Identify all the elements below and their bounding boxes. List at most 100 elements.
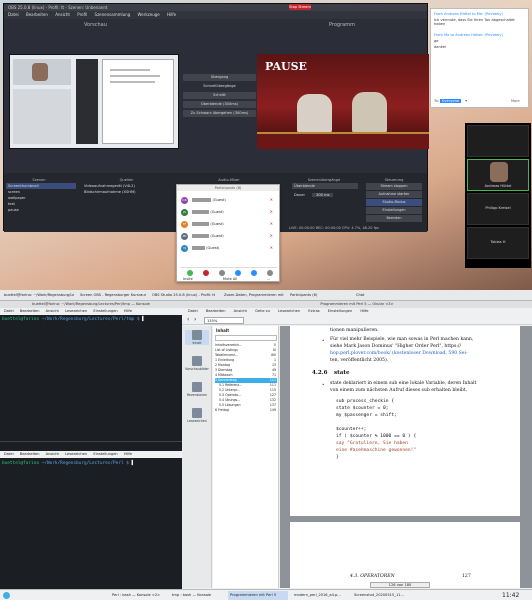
- taskbar-item[interactable]: Participants (6): [288, 291, 350, 300]
- video-tile-active[interactable]: Andreas Hüttel: [467, 159, 529, 191]
- scene-item[interactable]: pause: [6, 207, 76, 213]
- toc-title: Tabellenverz...: [215, 353, 238, 357]
- stop-stream-badge[interactable]: Stop Stream: [289, 4, 311, 10]
- participant-row[interactable]: DS xxxxxxxxx (Guest) ✕: [181, 195, 277, 205]
- obs-menu-tools[interactable]: Werkzeuge: [138, 12, 160, 17]
- toc-title: 5.1 Referenz...: [219, 383, 243, 387]
- invite-button[interactable]: Invite: [183, 277, 193, 281]
- video-tile[interactable]: Tobias H: [467, 227, 529, 259]
- avatar: TF: [181, 220, 188, 228]
- obs-menu-edit[interactable]: Bearbeiten: [26, 12, 48, 17]
- obs-menu-help[interactable]: Hilfe: [167, 12, 176, 17]
- mute-icon-button[interactable]: [183, 270, 197, 277]
- sidebar-item-bookmarks[interactable]: Lesezeichen: [185, 408, 209, 423]
- menu-settings[interactable]: Einstellungen: [93, 452, 117, 456]
- taskbar-item[interactable]: Chat: [354, 291, 404, 300]
- obs-menu-view[interactable]: Ansicht: [55, 12, 70, 17]
- task-item[interactable]: Perl : bash — Konsole <2>: [110, 591, 166, 600]
- toc-entry[interactable]: 6 Freitag 149: [215, 408, 277, 413]
- clock[interactable]: 11:42: [502, 591, 519, 600]
- terminal-prompt[interactable]: buettel@farino ~/Work/Regensburg/Lecture…: [2, 317, 145, 322]
- taskbar-item[interactable]: Zoom-Daten, Programmieren mit Perl: [222, 291, 284, 300]
- video-tile[interactable]: Philipp Kreisel: [467, 193, 529, 225]
- document-view[interactable]: tionen manipulieren. • Für viel mehr Bei…: [280, 326, 532, 588]
- transition-select[interactable]: Überblende: [292, 183, 358, 189]
- menu-file[interactable]: Datei: [4, 452, 14, 456]
- video-tile[interactable]: [467, 125, 529, 157]
- zoom-select[interactable]: 135%: [204, 317, 244, 324]
- doc-link[interactable]: hop.perl.plover.com/book/ (kostenloser D…: [330, 351, 468, 356]
- menu-view[interactable]: Ansicht: [46, 452, 59, 456]
- exit-button[interactable]: Beenden: [366, 215, 422, 222]
- participant-row[interactable]: JS xxxxxxxx (Guest) ✕: [181, 207, 277, 217]
- menu-help[interactable]: Hilfe: [124, 452, 132, 456]
- chevron-down-icon[interactable]: ▾: [465, 99, 467, 103]
- video-icon-button[interactable]: [199, 270, 213, 277]
- obs-menu-scene-collection[interactable]: Szenensammlung: [95, 12, 131, 17]
- page-current-input[interactable]: 126: [389, 583, 396, 587]
- menu-bookmarks[interactable]: Lesezeichen: [278, 309, 300, 313]
- menu-tools[interactable]: Extras: [308, 309, 319, 313]
- menu-edit[interactable]: Bearbeiten: [20, 452, 40, 456]
- taskbar-item[interactable]: OBS Studio 25.0.8 (linux) - Profil: tt: [150, 291, 218, 300]
- menu-help[interactable]: Hilfe: [360, 309, 368, 313]
- obs-menu-profile[interactable]: Profil: [77, 12, 87, 17]
- mute-all-button[interactable]: Mute All: [223, 277, 237, 281]
- studio-mode-button[interactable]: Studio-Modus: [366, 199, 422, 206]
- muted-mic-icon[interactable]: ✕: [270, 207, 273, 217]
- transition-button[interactable]: Übergang: [183, 74, 256, 81]
- menu-view[interactable]: Ansicht: [46, 309, 59, 313]
- task-item[interactable]: tmp : bash — Konsole: [170, 591, 224, 600]
- taskbar-item[interactable]: Screen OBS - Regensburger Kursraum: [78, 291, 146, 300]
- menu-bookmarks[interactable]: Lesezeichen: [65, 452, 87, 456]
- chat-icon-button[interactable]: [231, 270, 245, 277]
- muted-mic-icon[interactable]: ✕: [270, 195, 273, 205]
- participant-row[interactable]: VJ xxxxxx (Guest) ✕: [181, 243, 277, 253]
- settings-button[interactable]: Einstellungen: [366, 207, 422, 214]
- terminal-prompt[interactable]: buettel@farino ~/Work/Regensburg/Lecture…: [2, 461, 134, 466]
- source-item[interactable]: Bildschirmaufnahme (XSHM): [82, 189, 174, 195]
- obs-menu-file[interactable]: Datei: [8, 12, 19, 17]
- stop-stream-button[interactable]: Stream stoppen: [366, 183, 422, 190]
- cut-button[interactable]: Schnitt: [183, 92, 256, 99]
- obs-preview-canvas[interactable]: [9, 54, 179, 149]
- task-item-active[interactable]: Programmieren mit Perl 5: [228, 591, 288, 600]
- chat-sender-line: From Andreas Hüttel to Me: (Privately): [434, 12, 503, 16]
- back-icon[interactable]: ‹: [187, 316, 189, 323]
- participant-row[interactable]: PK xxxxxxxx (Guest) ✕: [181, 231, 277, 241]
- task-item[interactable]: Screenshot_20200515_11...: [352, 591, 412, 600]
- menu-view[interactable]: Ansicht: [234, 309, 247, 313]
- menu-bookmarks[interactable]: Lesezeichen: [65, 309, 87, 313]
- menu-edit[interactable]: Bearbeiten: [20, 309, 40, 313]
- duration-input[interactable]: 300 ms: [312, 193, 334, 197]
- start-recording-button[interactable]: Aufnahme starten: [366, 191, 422, 198]
- muted-mic-icon[interactable]: ✕: [270, 231, 273, 241]
- muted-mic-icon[interactable]: ✕: [270, 243, 273, 253]
- toc-search-input[interactable]: [215, 335, 277, 341]
- participant-row[interactable]: TF xxxxxxxx (Guest) ✕: [181, 219, 277, 229]
- fade-button[interactable]: Überblende (300ms): [183, 101, 256, 108]
- menu-file[interactable]: Datei: [188, 309, 198, 313]
- menu-edit[interactable]: Bearbeiten: [206, 309, 226, 313]
- menu-help[interactable]: Hilfe: [124, 309, 132, 313]
- forward-icon[interactable]: ›: [194, 316, 196, 323]
- fade-to-black-button[interactable]: Zu Schwarz übergehen (300ms): [183, 110, 256, 117]
- chat-more-button[interactable]: More: [511, 99, 520, 103]
- menu-settings[interactable]: Einstellungen: [93, 309, 117, 313]
- menu-go[interactable]: Gehe zu: [255, 309, 270, 313]
- taskbar-item[interactable]: buettel@farino: ~/Work/Regensburg/Lectur…: [2, 291, 74, 300]
- menu-file[interactable]: Datei: [4, 309, 14, 313]
- more-icon-button[interactable]: [263, 270, 277, 277]
- reaction-icon-button[interactable]: [215, 270, 229, 277]
- muted-mic-icon[interactable]: ✕: [270, 219, 273, 229]
- task-item[interactable]: modern_perl_2016_a4.p...: [292, 591, 348, 600]
- more-button[interactable]: ...: [267, 277, 270, 281]
- app-launcher-icon[interactable]: [3, 592, 10, 599]
- recipient-select[interactable]: Everyone: [440, 99, 462, 103]
- sidebar-item-reviews[interactable]: Rezensionen: [185, 382, 209, 397]
- sidebar-item-contents[interactable]: Inhalt: [185, 330, 209, 345]
- split-divider[interactable]: [0, 441, 182, 442]
- sidebar-item-thumbnails[interactable]: Vorschaubilder: [185, 356, 209, 371]
- share-icon-button[interactable]: [247, 270, 261, 277]
- menu-settings[interactable]: Einstellungen: [328, 309, 352, 313]
